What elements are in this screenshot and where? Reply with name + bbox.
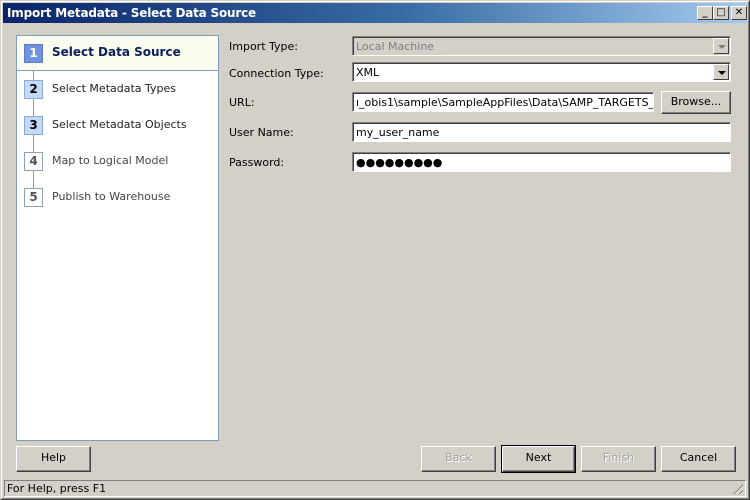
- connection-type-value: XML: [356, 66, 380, 79]
- password-masked-value: ●●●●●●●●●: [356, 156, 443, 169]
- step-number-badge: 3: [24, 116, 43, 135]
- import-type-label: Import Type:: [229, 40, 298, 53]
- import-type-select[interactable]: Local Machine: [352, 36, 731, 56]
- import-type-value: Local Machine: [356, 40, 435, 53]
- user-name-input[interactable]: my_user_name: [352, 122, 731, 142]
- window-title: Import Metadata - Select Data Source: [7, 6, 256, 20]
- wizard-step-select-metadata-types[interactable]: 2 Select Metadata Types: [17, 72, 218, 108]
- wizard-step-select-metadata-objects[interactable]: 3 Select Metadata Objects: [17, 108, 218, 144]
- import-metadata-window: Import Metadata - Select Data Source _ □…: [0, 0, 750, 500]
- wizard-steps-panel: 1 Select Data Source 2 Select Metadata T…: [16, 35, 219, 441]
- help-button[interactable]: Help: [16, 446, 91, 472]
- step-label: Select Metadata Types: [52, 82, 177, 95]
- password-label: Password:: [229, 156, 285, 169]
- close-button[interactable]: ✕: [731, 6, 747, 20]
- status-text: For Help, press F1: [7, 482, 107, 495]
- step-label: Select Metadata Objects: [52, 118, 187, 131]
- step-label: Publish to Warehouse: [52, 190, 171, 203]
- next-button[interactable]: Next: [501, 445, 576, 473]
- url-input[interactable]: ı_obis1\sample\SampleAppFiles\Data\SAMP_…: [352, 92, 654, 112]
- step-label: Map to Logical Model: [52, 154, 169, 167]
- wizard-step-select-data-source[interactable]: 1 Select Data Source: [17, 36, 218, 71]
- connection-type-label: Connection Type:: [229, 67, 324, 80]
- wizard-step-publish-to-warehouse[interactable]: 5 Publish to Warehouse: [17, 180, 218, 216]
- back-button[interactable]: Back: [421, 446, 496, 472]
- browse-button[interactable]: Browse...: [661, 91, 731, 114]
- minimize-button[interactable]: _: [697, 6, 713, 20]
- title-bar[interactable]: Import Metadata - Select Data Source _ □…: [3, 3, 747, 23]
- wizard-step-map-to-logical-model[interactable]: 4 Map to Logical Model: [17, 144, 218, 180]
- password-input[interactable]: ●●●●●●●●●: [352, 152, 731, 172]
- finish-button[interactable]: Finish: [581, 446, 656, 472]
- step-number-badge: 4: [24, 152, 43, 171]
- step-number-badge: 1: [24, 44, 43, 63]
- connection-type-select[interactable]: XML: [352, 62, 731, 82]
- chevron-down-icon[interactable]: [713, 64, 729, 80]
- user-name-label: User Name:: [229, 126, 294, 139]
- chevron-down-icon: [713, 38, 729, 54]
- maximize-button[interactable]: □: [713, 6, 729, 20]
- step-number-badge: 2: [24, 80, 43, 99]
- step-label: Select Data Source: [52, 45, 181, 59]
- status-bar: For Help, press F1: [4, 480, 746, 497]
- resize-grip-icon[interactable]: [731, 482, 743, 494]
- step-number-badge: 5: [24, 188, 43, 207]
- url-label: URL:: [229, 96, 255, 109]
- cancel-button[interactable]: Cancel: [661, 446, 736, 472]
